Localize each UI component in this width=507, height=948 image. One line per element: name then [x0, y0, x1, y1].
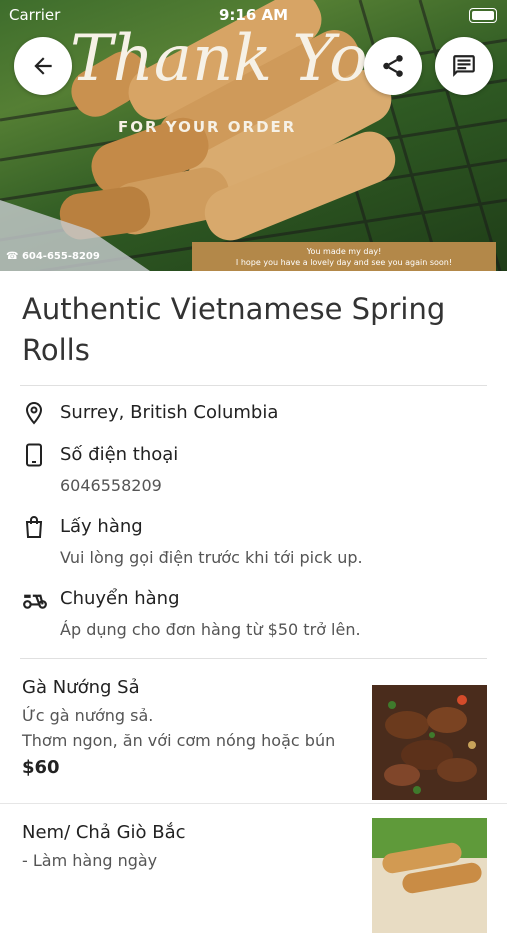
- store-info: Surrey, British Columbia Số điện thoại 6…: [0, 386, 507, 642]
- product-item[interactable]: Gà Nướng Sả Ức gà nướng sả. Thơm ngon, ă…: [0, 659, 507, 803]
- delivery-row: Chuyển hàng Áp dụng cho đơn hàng từ $50 …: [0, 586, 507, 642]
- phone-tag: ☎ 604-655-8209: [6, 251, 100, 262]
- phone-value[interactable]: 6046558209: [60, 474, 178, 498]
- phone-tag-number: 604-655-8209: [21, 251, 100, 262]
- product-item[interactable]: Nem/ Chả Giò Bắc - Làm hàng ngày: [0, 804, 507, 948]
- location-row: Surrey, British Columbia: [0, 400, 507, 426]
- battery-icon: [469, 8, 497, 23]
- phone-row[interactable]: Số điện thoại 6046558209: [0, 442, 507, 498]
- back-button[interactable]: [14, 37, 72, 95]
- arrow-left-icon: [34, 57, 52, 75]
- delivery-label: Chuyển hàng: [60, 588, 180, 609]
- banner-line-1: You made my day!: [306, 247, 382, 256]
- phone-label: Số điện thoại: [60, 444, 179, 465]
- share-icon: [383, 55, 403, 77]
- product-description: Ức gà nướng sả. Thơm ngon, ăn với cơm nó…: [22, 706, 336, 750]
- message-icon: [453, 55, 475, 77]
- phone-icon: [22, 442, 52, 468]
- location-pin-icon: [22, 400, 52, 426]
- shopping-bag-icon: [22, 514, 52, 540]
- banner-line-2: I hope you have a lovely day and see you…: [235, 258, 453, 267]
- thank-you-banner: You made my day! I hope you have a lovel…: [192, 242, 496, 271]
- location-text: Surrey, British Columbia: [60, 402, 279, 423]
- share-button[interactable]: [364, 37, 422, 95]
- hero-image: Carrier 9:16 AM Thank You FOR YOUR ORDER…: [0, 0, 507, 271]
- thank-you-script: Thank You: [70, 22, 409, 96]
- product-thumbnail: [372, 685, 487, 800]
- page-title: Authentic Vietnamese Spring Rolls: [22, 292, 446, 367]
- pickup-label: Lấy hàng: [60, 516, 143, 537]
- scooter-icon: [22, 586, 52, 612]
- product-description: - Làm hàng ngày: [22, 851, 158, 870]
- for-your-order-text: FOR YOUR ORDER: [118, 118, 297, 136]
- pickup-note: Vui lòng gọi điện trước khi tới pick up.: [60, 548, 363, 567]
- chat-button[interactable]: [435, 37, 493, 95]
- product-thumbnail: [372, 818, 487, 933]
- delivery-note: Áp dụng cho đơn hàng từ $50 trở lên.: [60, 620, 361, 639]
- pickup-row: Lấy hàng Vui lòng gọi điện trước khi tới…: [0, 514, 507, 570]
